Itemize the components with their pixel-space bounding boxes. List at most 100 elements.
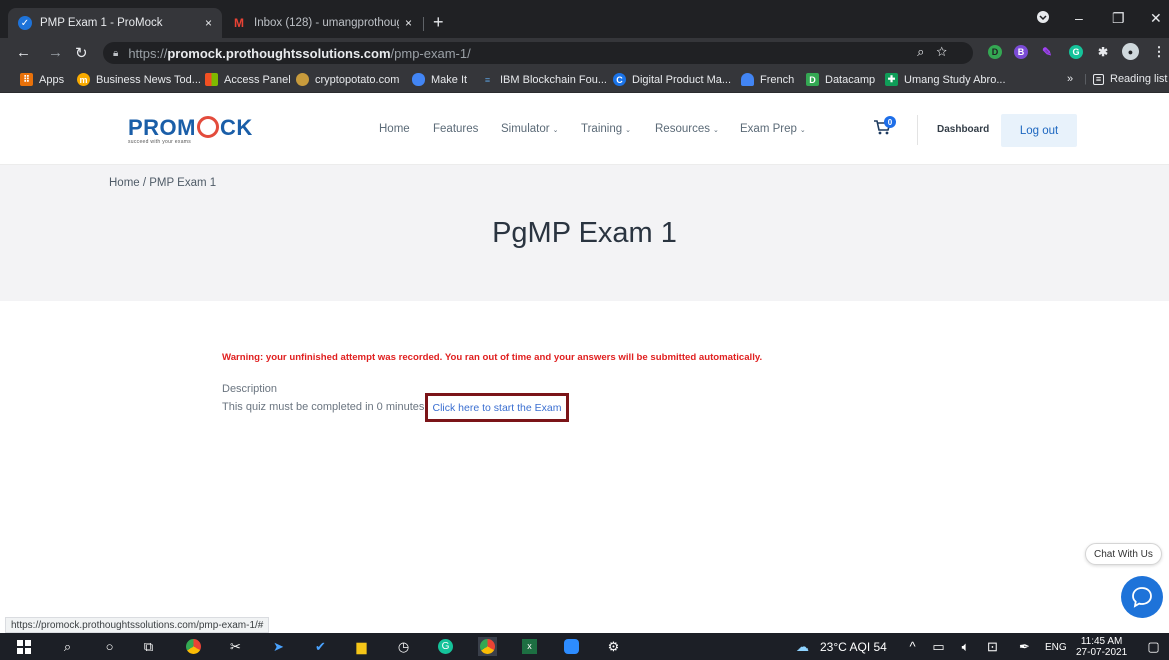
bookmark-business-news[interactable]: m Business News Tod... (77, 73, 201, 86)
file-explorer-icon[interactable]: ▆ (352, 637, 371, 656)
screen: ✓ PMP Exam 1 - ProMock × M Inbox (128) -… (0, 0, 1169, 660)
chat-with-us-label[interactable]: Chat With Us (1085, 543, 1162, 565)
extensions-puzzle-icon[interactable]: ✱ (1096, 45, 1110, 59)
tab-promock[interactable]: ✓ PMP Exam 1 - ProMock × (8, 8, 222, 38)
bookmark-french[interactable]: French (741, 73, 794, 86)
extension-feather-icon[interactable]: ✎ (1040, 45, 1054, 59)
cloud-icon (412, 73, 425, 86)
restore-icon[interactable]: ❐ (1112, 10, 1125, 27)
nav-resources[interactable]: Resources ⌄ (655, 123, 719, 135)
url-path: /pmp-exam-1/ (390, 45, 471, 61)
chrome-menu-icon[interactable]: ⋮ (1152, 44, 1166, 59)
snip-tool-icon[interactable]: ✂ (226, 637, 245, 656)
language-indicator[interactable]: ENG (1045, 642, 1067, 653)
grammarly-taskbar-icon[interactable]: G (436, 637, 455, 656)
chat-button[interactable] (1121, 576, 1163, 618)
nav-training[interactable]: Training ⌄ (581, 123, 631, 135)
bookmark-umang-study[interactable]: ✚ Umang Study Abro... (885, 73, 1006, 86)
bookmark-apps[interactable]: ⠿ Apps (20, 73, 64, 86)
site-header: PROM CK succeed with your exams Home Feat… (0, 93, 1169, 165)
extension-b-icon[interactable]: B (1014, 45, 1028, 59)
windows-start-icon[interactable] (14, 637, 33, 656)
reload-icon[interactable]: ↻ (75, 44, 88, 62)
cortana-icon[interactable]: ○ (100, 637, 119, 656)
bookmark-ibm-blockchain[interactable]: ≡ IBM Blockchain Fou... (481, 73, 607, 86)
tab-title: Inbox (128) - umangprothoughts (254, 17, 399, 29)
promock-favicon-icon: ✓ (18, 16, 32, 30)
address-bar[interactable]: 🔒︎ https://promock.prothoughtssolutions.… (103, 42, 973, 64)
todo-icon[interactable]: ✔ (311, 637, 330, 656)
windows-taskbar: ⌕ ○ ⧉ ✂ ➤ ✔ ▆ ◷ G x ⚙ ☁ 23°C AQI 54 ^ ▭ … (0, 633, 1169, 660)
chevron-up-icon[interactable]: ^ (903, 637, 922, 656)
reading-list-button[interactable]: ≡ Reading list (1093, 73, 1167, 85)
nav-exam-prep[interactable]: Exam Prep ⌄ (740, 123, 806, 135)
breadcrumb[interactable]: Home / PMP Exam 1 (109, 177, 216, 189)
excel-icon[interactable]: x (520, 637, 539, 656)
chevron-down-icon: ⌄ (625, 127, 631, 134)
zoom-app-icon[interactable] (562, 637, 581, 656)
close-tab-icon[interactable]: × (205, 16, 212, 30)
minimize-icon[interactable]: – (1075, 10, 1083, 26)
nav-features[interactable]: Features (433, 123, 478, 135)
chevron-down-icon: ⌄ (552, 127, 559, 134)
back-icon[interactable]: ← (16, 44, 31, 61)
browser-tab-strip: ✓ PMP Exam 1 - ProMock × M Inbox (128) -… (0, 0, 1169, 38)
ibm-icon: ≡ (484, 74, 491, 85)
url-host: promock.prothoughtssolutions.com (167, 45, 391, 61)
bookmark-access-panel[interactable]: Access Panel (205, 73, 291, 86)
nav-simulator[interactable]: Simulator ⌄ (501, 123, 558, 135)
plus-icon: ✚ (885, 73, 898, 86)
battery-icon[interactable]: ▭ (929, 637, 948, 656)
dashboard-link[interactable]: Dashboard (937, 124, 989, 135)
network-icon[interactable]: ⊡ (983, 637, 1002, 656)
search-icon[interactable]: ⌕ (58, 637, 77, 656)
tab-gmail[interactable]: M Inbox (128) - umangprothoughts × (222, 8, 422, 38)
description-text: This quiz must be completed in 0 minutes… (222, 401, 428, 413)
settings-gear-icon[interactable]: ⚙ (604, 637, 623, 656)
cart-count-badge: 0 (884, 116, 896, 128)
zoom-icon[interactable]: ⌕ (917, 44, 936, 59)
volume-icon[interactable]: 🔈︎ (956, 637, 975, 656)
extension-d-icon[interactable]: D (988, 45, 1002, 59)
bookmark-make-it[interactable]: Make It (412, 73, 467, 86)
status-url-tooltip: https://promock.prothoughtssolutions.com… (5, 617, 270, 633)
close-window-icon[interactable]: ✕ (1150, 10, 1162, 27)
chrome-taskbar-icon[interactable] (184, 637, 203, 656)
bookmarks-overflow-icon[interactable]: » (1067, 73, 1073, 85)
grammarly-extension-icon[interactable]: G (1069, 45, 1083, 59)
bookmark-star-icon[interactable]: ☆ (936, 44, 959, 59)
bookmark-digital-product[interactable]: C Digital Product Ma... (613, 73, 731, 86)
coursera-icon: C (613, 73, 626, 86)
task-view-icon[interactable]: ⧉ (139, 637, 158, 656)
start-exam-link[interactable]: Click here to start the Exam (425, 393, 569, 422)
notifications-icon[interactable]: ▢ (1144, 637, 1163, 656)
weather-text[interactable]: 23°C AQI 54 (820, 640, 887, 654)
app-arrow-icon[interactable]: ➤ (269, 637, 288, 656)
datacamp-icon: D (806, 73, 819, 86)
chrome-active-icon[interactable] (478, 637, 497, 656)
bookmarks-bar: ⠿ Apps m Business News Tod... Access Panel… (0, 69, 1169, 93)
apps-grid-icon: ⠿ (20, 73, 33, 86)
potato-icon (296, 73, 309, 86)
bookmark-divider: | (1084, 73, 1087, 85)
nav-home[interactable]: Home (379, 123, 410, 135)
reading-list-icon: ≡ (1093, 73, 1104, 85)
avatar[interactable]: ● (1122, 43, 1139, 60)
forward-icon[interactable]: → (48, 44, 63, 61)
bookmark-cryptopotato[interactable]: cryptopotato.com (296, 73, 399, 86)
new-tab-button[interactable]: + (433, 12, 444, 32)
system-clock[interactable]: 11:45 AM 27-07-2021 (1076, 636, 1127, 658)
bookmark-datacamp[interactable]: D Datacamp (806, 73, 875, 86)
weather-icon[interactable]: ☁ (793, 637, 812, 656)
promock-logo[interactable]: PROM CK succeed with your exams (128, 116, 253, 145)
profile-menu-icon[interactable] (1036, 10, 1050, 27)
clock-app-icon[interactable]: ◷ (394, 637, 413, 656)
chat-bubble-icon (1132, 587, 1152, 608)
logout-button[interactable]: Log out (1001, 114, 1077, 147)
gmail-icon: M (234, 16, 244, 30)
microsoft-icon (205, 73, 218, 86)
attempt-warning: Warning: your unfinished attempt was rec… (222, 352, 763, 363)
close-tab-icon[interactable]: × (405, 16, 412, 30)
logo-check-icon (197, 116, 219, 139)
pen-icon[interactable]: ✒ (1015, 637, 1034, 656)
